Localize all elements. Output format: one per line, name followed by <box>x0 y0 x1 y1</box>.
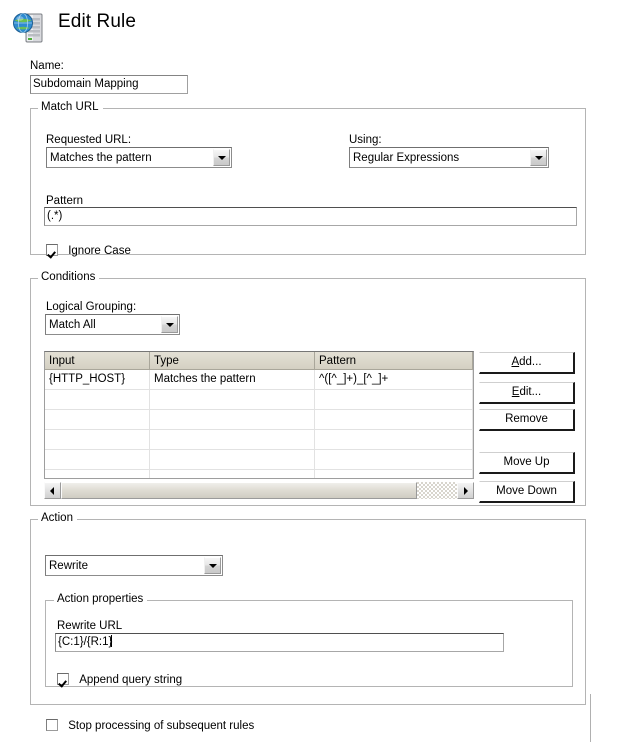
conditions-legend: Conditions <box>38 271 100 283</box>
scroll-track[interactable] <box>61 482 457 499</box>
column-header-type[interactable]: Type <box>150 352 315 370</box>
using-value: Regular Expressions <box>353 152 460 164</box>
chevron-down-icon[interactable] <box>204 557 221 574</box>
table-row-empty[interactable] <box>45 410 473 430</box>
panel-edge-divider <box>590 694 591 742</box>
pattern-label: Pattern <box>46 195 84 207</box>
ignore-case-label: Ignore Case <box>68 245 131 257</box>
requested-url-label: Requested URL: <box>46 134 132 146</box>
scroll-thumb[interactable] <box>61 482 417 499</box>
table-row-empty[interactable] <box>45 390 473 410</box>
column-header-pattern[interactable]: Pattern <box>315 352 473 370</box>
table-row-empty[interactable] <box>45 430 473 450</box>
requested-url-select[interactable]: Matches the pattern <box>46 147 232 168</box>
move-down-button[interactable]: Move Down <box>479 481 575 503</box>
add-condition-button[interactable]: Add... <box>479 352 575 374</box>
scroll-left-arrow-icon[interactable] <box>44 482 61 499</box>
logical-grouping-label: Logical Grouping: <box>46 301 137 313</box>
name-input[interactable]: Subdomain Mapping <box>30 75 188 94</box>
conditions-hscrollbar[interactable] <box>44 482 474 499</box>
chevron-down-icon[interactable] <box>530 149 547 166</box>
table-row[interactable]: {HTTP_HOST} Matches the pattern ^([^_]+)… <box>45 370 473 390</box>
page-title: Edit Rule <box>58 11 136 32</box>
action-properties-legend: Action properties <box>54 593 148 605</box>
conditions-table[interactable]: Input Type Pattern {HTTP_HOST} Matches t… <box>44 351 474 479</box>
cell-type: Matches the pattern <box>150 370 315 390</box>
requested-url-value: Matches the pattern <box>50 152 152 164</box>
move-up-button[interactable]: Move Up <box>479 452 575 474</box>
checkbox-box[interactable] <box>46 244 58 256</box>
append-query-string-label: Append query string <box>79 674 183 686</box>
server-globe-icon <box>13 13 43 43</box>
stop-processing-label: Stop processing of subsequent rules <box>68 720 255 732</box>
table-header-row: Input Type Pattern <box>45 352 473 370</box>
match-url-group <box>30 108 586 255</box>
text-caret <box>111 635 113 647</box>
using-select[interactable]: Regular Expressions <box>349 147 549 168</box>
scroll-right-arrow-icon[interactable] <box>457 482 474 499</box>
ignore-case-checkbox[interactable]: Ignore Case <box>46 244 131 257</box>
chevron-down-icon[interactable] <box>213 149 230 166</box>
logical-grouping-value: Match All <box>49 319 96 331</box>
pattern-input[interactable]: (.*) <box>44 207 577 226</box>
stop-processing-checkbox[interactable]: Stop processing of subsequent rules <box>46 719 254 732</box>
action-legend: Action <box>38 512 77 524</box>
match-url-legend: Match URL <box>38 101 103 113</box>
checkbox-box[interactable] <box>57 673 69 685</box>
action-type-value: Rewrite <box>49 560 88 572</box>
cell-pattern: ^([^_]+)_[^_]+ <box>315 370 473 390</box>
rewrite-url-value: {C:1}/{R:1} <box>58 636 113 648</box>
edit-condition-button[interactable]: Edit... <box>479 382 575 404</box>
dialog-header: Edit Rule <box>0 0 622 50</box>
rewrite-url-input[interactable]: {C:1}/{R:1} <box>55 633 504 652</box>
using-label: Using: <box>349 134 382 146</box>
checkbox-box[interactable] <box>46 719 58 731</box>
rewrite-url-label: Rewrite URL <box>57 620 123 632</box>
logical-grouping-select[interactable]: Match All <box>45 314 180 335</box>
name-label: Name: <box>30 60 64 72</box>
cell-input: {HTTP_HOST} <box>45 370 150 390</box>
append-query-string-checkbox[interactable]: Append query string <box>57 673 182 686</box>
chevron-down-icon[interactable] <box>161 316 178 333</box>
action-type-select[interactable]: Rewrite <box>45 555 223 576</box>
column-header-input[interactable]: Input <box>45 352 150 370</box>
remove-condition-button[interactable]: Remove <box>479 409 575 431</box>
table-row-empty[interactable] <box>45 470 473 478</box>
table-row-empty[interactable] <box>45 450 473 470</box>
